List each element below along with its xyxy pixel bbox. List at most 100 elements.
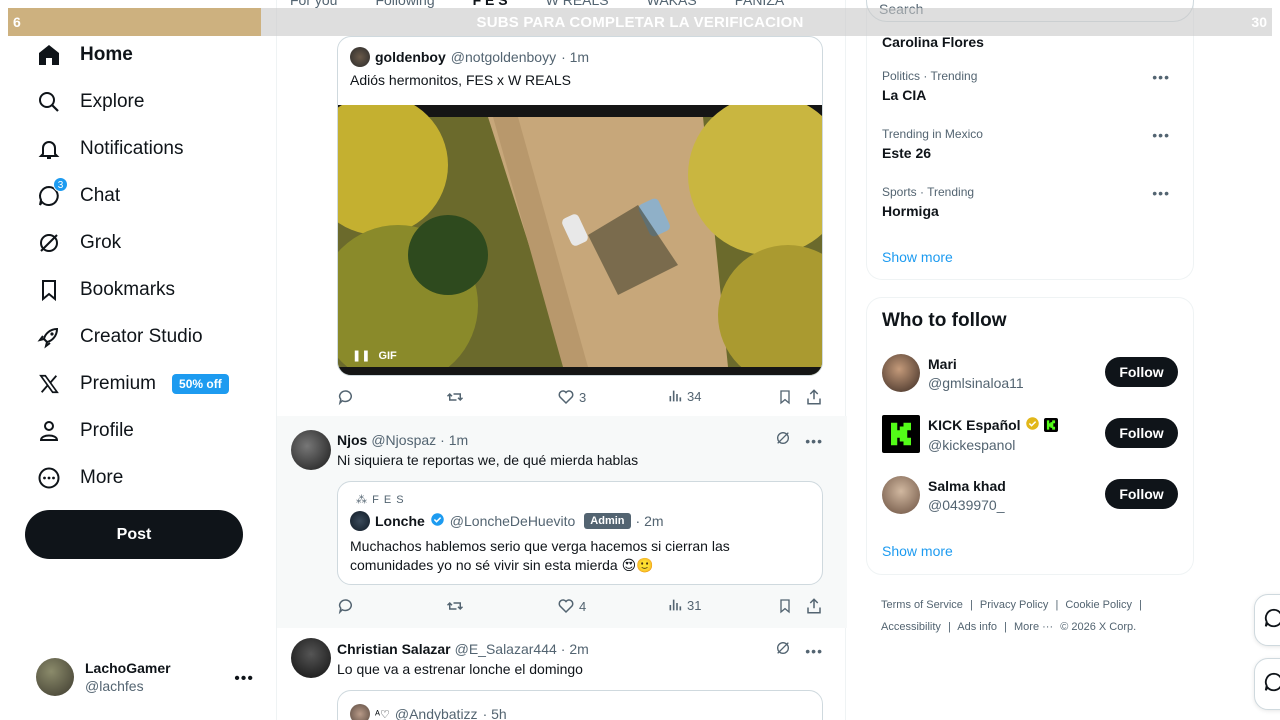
footer-link-accessibility[interactable]: Accessibility: [881, 621, 941, 633]
bell-icon: [36, 136, 62, 162]
quoted-tweet-card[interactable]: ᴬ♡ @Andybatizz · 5h: [337, 690, 823, 720]
more-dots-icon[interactable]: •••: [1152, 185, 1170, 201]
footer-separator: |: [1004, 621, 1007, 633]
repost-icon[interactable]: [445, 597, 465, 615]
tab-w-reals[interactable]: W REALS: [546, 0, 609, 8]
grok-icon[interactable]: [775, 640, 791, 661]
nav-item-notifications[interactable]: Notifications: [36, 133, 184, 165]
nav-item-grok[interactable]: Grok: [36, 227, 121, 259]
footer-link-more[interactable]: More ···: [1014, 621, 1053, 633]
trend-name: Carolina Flores: [882, 34, 984, 50]
quoted-handle: @notgoldenboyy: [450, 49, 557, 65]
follow-button[interactable]: Follow: [1105, 418, 1178, 448]
more-dots-icon[interactable]: •••: [234, 670, 254, 688]
footer-link-privacy[interactable]: Privacy Policy: [980, 599, 1048, 611]
trend-item[interactable]: Politics · Trending La CIA •••: [882, 69, 1178, 103]
community-icon: ⁂: [356, 494, 373, 506]
footer-link-ads-info[interactable]: Ads info: [957, 621, 997, 633]
like-count: 3: [579, 389, 587, 405]
tweet-ops: •••: [775, 640, 823, 661]
tweet-author-name[interactable]: Christian Salazar: [337, 641, 451, 657]
quoted-handle: @LoncheDeHuevito: [449, 513, 576, 529]
avatar[interactable]: [291, 430, 331, 470]
quoted-time: · 5h: [482, 706, 507, 720]
tab-paniza[interactable]: PANIZA: [735, 0, 785, 8]
tweet-ops: •••: [775, 430, 823, 451]
nav-item-creator-studio[interactable]: Creator Studio: [36, 321, 203, 353]
quoted-tweet-card[interactable]: goldenboy @notgoldenboyy · 1m Adiós herm…: [337, 36, 823, 376]
suggestion-name: Salma khad: [928, 477, 1006, 494]
more-circle-icon: [36, 465, 62, 491]
person-icon: [36, 418, 62, 444]
trend-name: Este 26: [882, 145, 932, 161]
like-button[interactable]: 4: [557, 597, 586, 615]
nav-label-explore: Explore: [80, 91, 145, 112]
nav-label-grok: Grok: [80, 232, 122, 253]
nav-item-bookmarks[interactable]: Bookmarks: [36, 274, 175, 306]
share-icon[interactable]: [805, 388, 823, 406]
footer-separator: |: [947, 621, 951, 633]
reply-icon[interactable]: [337, 597, 355, 615]
suggestion-handle: @0439970_: [928, 496, 1005, 513]
bookmark-icon[interactable]: [777, 597, 793, 615]
grok-float-button[interactable]: [1254, 594, 1280, 646]
nav-item-profile[interactable]: Profile: [36, 415, 134, 447]
suggestion-name: Mari: [928, 355, 957, 372]
grok-icon[interactable]: [775, 430, 791, 451]
admin-badge: Admin: [584, 513, 631, 529]
nav-item-chat[interactable]: 3 Chat: [36, 177, 120, 212]
banner-right-number: 30: [1251, 14, 1267, 30]
more-dots-icon[interactable]: •••: [805, 433, 823, 449]
footer-link-cookies[interactable]: Cookie Policy: [1065, 599, 1132, 611]
kick-affiliate-icon: [1043, 417, 1058, 432]
tab-for-you[interactable]: For you: [290, 0, 337, 8]
follow-button[interactable]: Follow: [1105, 479, 1178, 509]
tab-fes[interactable]: F E S: [473, 0, 508, 8]
bookmark-icon[interactable]: [777, 388, 793, 406]
nav-label-creator-studio: Creator Studio: [80, 326, 203, 347]
banner-text: SUBS PARA COMPLETAR LA VERIFICACION: [476, 13, 804, 31]
tweet-author-handle[interactable]: @E_Salazar444: [455, 641, 557, 657]
more-dots-icon[interactable]: •••: [1152, 127, 1170, 143]
more-dots-icon[interactable]: •••: [805, 643, 823, 659]
follow-button[interactable]: Follow: [1105, 357, 1178, 387]
share-icon[interactable]: [805, 597, 823, 615]
account-switcher[interactable]: LachoGamer @lachfes •••: [36, 658, 266, 696]
tweet-author-name[interactable]: Njos: [337, 432, 367, 448]
views-button[interactable]: 31: [667, 597, 701, 613]
like-count: 4: [579, 598, 587, 614]
like-button[interactable]: 3: [557, 388, 586, 406]
trend-item[interactable]: Sports · Trending Hormiga •••: [882, 185, 1178, 219]
follow-suggestion[interactable]: Mari @gmlsinaloa11 Follow: [882, 353, 1178, 393]
follow-show-more-link[interactable]: Show more: [882, 543, 953, 559]
tab-following[interactable]: Following: [375, 0, 434, 8]
gif-media[interactable]: ❚❚ GIF: [338, 105, 822, 375]
heart-icon: [558, 599, 574, 614]
views-button[interactable]: 34: [667, 388, 701, 404]
follow-suggestion[interactable]: KICK Español @kickespanol Follow: [882, 414, 1178, 454]
nav-item-more[interactable]: More: [36, 462, 123, 494]
tab-wakas[interactable]: WAKAS: [647, 0, 697, 8]
sidebar-nav: Home Explore Notifications 3 Chat Grok B…: [0, 0, 276, 720]
quoted-name: ᴬ♡: [375, 708, 390, 720]
community-label: ⁂ F E S: [356, 493, 405, 506]
follow-suggestion[interactable]: Salma khad @0439970_ Follow: [882, 475, 1178, 515]
messages-float-button[interactable]: [1254, 658, 1280, 710]
avatar[interactable]: [291, 638, 331, 678]
quoted-tweet-card[interactable]: ⁂ F E S Lonche @LoncheDeHuevito Admin · …: [337, 481, 823, 585]
reply-icon[interactable]: [337, 388, 355, 406]
trends-show-more-link[interactable]: Show more: [882, 249, 953, 265]
post-button[interactable]: Post: [25, 510, 243, 559]
footer-link-terms[interactable]: Terms of Service: [881, 599, 963, 611]
nav-item-home[interactable]: Home: [36, 39, 133, 71]
quoted-avatar: [350, 704, 370, 720]
tweet-author-handle[interactable]: @Njospaz: [371, 432, 436, 448]
trend-item[interactable]: Trending in Mexico Este 26 •••: [882, 127, 1178, 161]
nav-item-premium[interactable]: Premium 50% off: [36, 368, 229, 400]
repost-icon[interactable]: [445, 388, 465, 406]
verification-banner: 6 SUBS PARA COMPLETAR LA VERIFICACION 30: [8, 8, 1272, 36]
quoted-text: Muchachos hablemos serio que verga hacem…: [350, 538, 730, 573]
pause-icon[interactable]: ❚❚: [352, 349, 370, 362]
more-dots-icon[interactable]: •••: [1152, 69, 1170, 85]
nav-item-explore[interactable]: Explore: [36, 86, 144, 118]
